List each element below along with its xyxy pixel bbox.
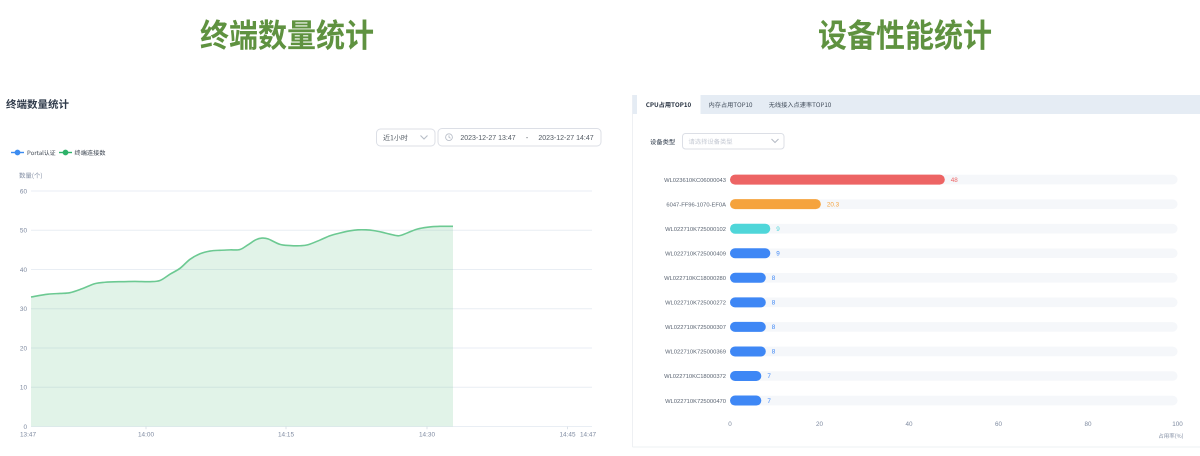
svg-text:WL023610KC06000043: WL023610KC06000043 [664, 178, 726, 184]
svg-text:40: 40 [905, 421, 913, 428]
svg-text:9: 9 [776, 250, 780, 257]
svg-text:60: 60 [995, 421, 1003, 428]
svg-text:30: 30 [20, 306, 28, 313]
svg-text:WL022710K725000470: WL022710K725000470 [665, 399, 726, 405]
svg-text:100: 100 [1172, 421, 1183, 428]
svg-text:7: 7 [767, 398, 771, 405]
svg-text:14:15: 14:15 [278, 432, 294, 439]
svg-text:80: 80 [1084, 421, 1092, 428]
svg-text:WL022710K725000272: WL022710K725000272 [665, 301, 726, 307]
svg-text:20: 20 [816, 421, 824, 428]
svg-text:20.3: 20.3 [827, 201, 840, 208]
svg-text:8: 8 [772, 275, 776, 282]
svg-text:20: 20 [20, 345, 28, 352]
svg-text:WL022710K725000307: WL022710K725000307 [665, 325, 726, 331]
svg-text:14:45: 14:45 [560, 432, 576, 439]
svg-text:2023-12-27 13:47: 2023-12-27 13:47 [460, 135, 515, 142]
svg-text:8: 8 [772, 300, 776, 307]
svg-text:13:47: 13:47 [20, 432, 36, 439]
svg-text:WL022710KC18000372: WL022710KC18000372 [664, 374, 726, 380]
svg-text:0: 0 [728, 421, 732, 428]
svg-text:8: 8 [772, 349, 776, 356]
svg-text:48: 48 [951, 177, 959, 184]
svg-text:14:00: 14:00 [138, 432, 154, 439]
svg-text:WL022710K725000102: WL022710K725000102 [665, 227, 726, 233]
svg-text:60: 60 [20, 188, 28, 195]
svg-text:14:47: 14:47 [580, 432, 596, 439]
svg-text:WL022710K725000369: WL022710K725000369 [665, 350, 726, 356]
svg-text:7: 7 [767, 373, 771, 380]
svg-text:6047-FF96-1070-EF0A: 6047-FF96-1070-EF0A [666, 202, 726, 208]
svg-text:8: 8 [772, 324, 776, 331]
svg-text:WL022710KC18000280: WL022710KC18000280 [664, 276, 726, 282]
svg-text:50: 50 [20, 228, 28, 235]
svg-text:9: 9 [776, 226, 780, 233]
svg-text:10: 10 [20, 385, 28, 392]
svg-text:40: 40 [20, 267, 28, 274]
svg-text:WL022710K725000409: WL022710K725000409 [665, 251, 726, 257]
svg-text:2023-12-27 14:47: 2023-12-27 14:47 [538, 135, 593, 142]
svg-text:14:30: 14:30 [419, 432, 435, 439]
svg-text:0: 0 [23, 424, 27, 431]
